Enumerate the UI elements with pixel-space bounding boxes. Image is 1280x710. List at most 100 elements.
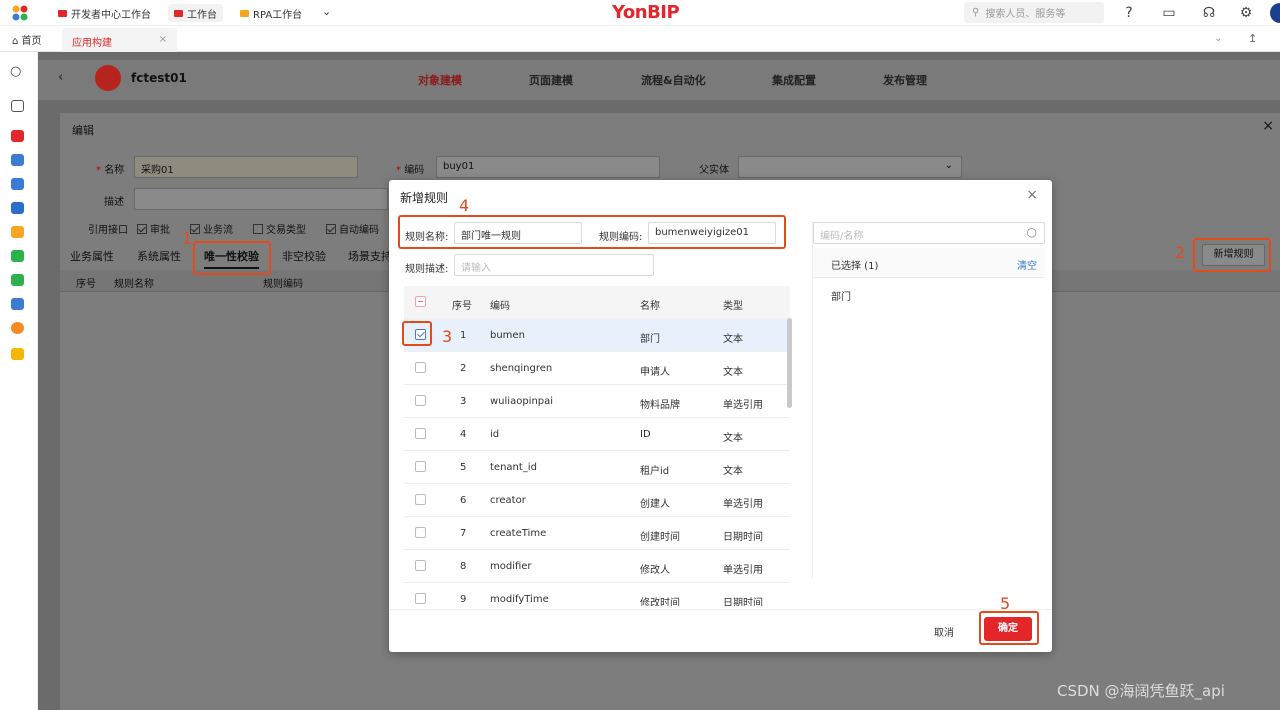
app-icon[interactable] xyxy=(11,250,24,262)
row-checkbox[interactable] xyxy=(415,593,426,604)
table-scrollbar[interactable] xyxy=(787,318,792,408)
row-checkbox[interactable] xyxy=(415,494,426,505)
back-icon[interactable]: ‹ xyxy=(58,70,63,85)
table-row[interactable]: 9 modifyTime 修改时间 日期时间 xyxy=(404,583,790,606)
app-grid-icon[interactable] xyxy=(11,5,29,21)
new-rule-dialog: 新增规则 × 规则名称: 部门唯一规则 规则编码: bumenweiyigize… xyxy=(389,180,1052,652)
help-icon[interactable]: ? xyxy=(1120,4,1138,22)
select-all-checkbox[interactable] xyxy=(415,296,426,307)
table-row[interactable]: 1 bumen 部门 文本 xyxy=(404,319,790,352)
nav-object-modeling[interactable]: 对象建模 xyxy=(418,72,462,88)
cancel-button[interactable]: 取消 xyxy=(928,620,960,643)
upload-icon[interactable]: ↥ xyxy=(1248,32,1257,45)
table-row[interactable]: 7 createTime 创建时间 日期时间 xyxy=(404,517,790,550)
selected-item[interactable]: 部门 xyxy=(831,288,851,303)
row-checkbox[interactable] xyxy=(415,527,426,538)
field-search-input[interactable]: 编码/名称 ○ xyxy=(813,222,1045,244)
desc-input[interactable] xyxy=(134,188,388,210)
tab-system-attributes[interactable]: 系统属性 xyxy=(137,248,181,264)
app-icon[interactable] xyxy=(11,178,24,190)
nav-integration[interactable]: 集成配置 xyxy=(772,72,816,88)
app-icon[interactable] xyxy=(11,274,24,286)
workbench-icon xyxy=(174,9,183,17)
workbench-icon xyxy=(58,9,67,17)
nav-publish[interactable]: 发布管理 xyxy=(883,72,927,88)
table-row[interactable]: 5 tenant_id 租户id 文本 xyxy=(404,451,790,484)
page-tab-bar: ⌂ 首页 应用构建 × ⌄ ↥ xyxy=(0,27,1280,52)
app-icon[interactable] xyxy=(11,130,24,142)
row-checkbox[interactable] xyxy=(415,461,426,472)
table-row[interactable]: 8 modifier 修改人 单选引用 xyxy=(404,550,790,583)
code-input[interactable]: buy01 xyxy=(436,156,660,178)
search-icon: ○ xyxy=(1026,225,1037,239)
app-icon[interactable] xyxy=(11,154,24,166)
callout-box-2 xyxy=(1193,238,1271,272)
table-row[interactable]: 4 id ID 文本 xyxy=(404,418,790,451)
name-input[interactable]: 采购01 xyxy=(134,156,358,178)
callout-number-1: 1 xyxy=(182,229,193,248)
app-header: ‹ fctest01 对象建模 页面建模 流程&自动化 集成配置 发布管理 xyxy=(38,60,1280,100)
parent-select[interactable]: ⌄ xyxy=(738,156,962,178)
tab-rpa-workbench[interactable]: RPA工作台 xyxy=(234,4,308,22)
avatar[interactable] xyxy=(1270,3,1280,23)
app-icon[interactable] xyxy=(11,348,24,360)
close-icon[interactable]: × xyxy=(1026,187,1038,203)
settings-icon[interactable]: ⚙ xyxy=(1237,4,1255,22)
ref-option-transtype[interactable]: 交易类型 xyxy=(253,221,306,236)
col-header: 编码 xyxy=(490,301,510,312)
callout-number-2: 2 xyxy=(1175,243,1186,262)
nav-page-modeling[interactable]: 页面建模 xyxy=(529,72,573,88)
checkbox[interactable] xyxy=(326,224,336,234)
tab-workbench[interactable]: 工作台 xyxy=(168,4,223,22)
ref-option-approval[interactable]: 审批 xyxy=(137,221,170,236)
app-icon[interactable] xyxy=(11,322,24,334)
tab-scenario-support[interactable]: 场景支持 xyxy=(348,248,392,264)
app-icon[interactable] xyxy=(11,298,24,310)
parent-label: 父实体 xyxy=(699,165,729,176)
home-icon: ⌂ xyxy=(12,36,22,47)
tab-developer-workbench[interactable]: 开发者中心工作台 xyxy=(52,4,157,22)
row-checkbox[interactable] xyxy=(415,560,426,571)
close-icon[interactable]: × xyxy=(159,34,167,45)
table-row[interactable]: 2 shenqingren 申请人 文本 xyxy=(404,352,790,385)
chevron-down-icon[interactable]: ⌄ xyxy=(322,5,331,18)
dialog-title: 新增规则 xyxy=(400,191,449,205)
app-icon[interactable] xyxy=(11,226,24,238)
callout-number-4: 4 xyxy=(459,196,470,215)
ref-option-autocode[interactable]: 自动编码 xyxy=(326,221,379,236)
row-checkbox[interactable] xyxy=(415,428,426,439)
global-search-input[interactable]: ⚲ 搜索人员、服务等 xyxy=(964,2,1104,23)
tab-app-build[interactable]: 应用构建 × xyxy=(62,28,177,52)
nav-process-automation[interactable]: 流程&自动化 xyxy=(641,72,706,88)
ref-option-businessflow[interactable]: 业务流 xyxy=(190,221,233,236)
tab-business-attributes[interactable]: 业务属性 xyxy=(70,248,114,264)
app-icon[interactable] xyxy=(11,202,24,214)
tab-home[interactable]: ⌂ 首页 xyxy=(12,32,42,47)
callout-box-4 xyxy=(398,215,786,249)
close-icon[interactable]: × xyxy=(1262,118,1274,134)
message-icon[interactable]: ▭ xyxy=(1160,4,1178,22)
table-row[interactable]: 6 creator 创建人 单选引用 xyxy=(404,484,790,517)
table-row[interactable]: 3 wuliaopinpai 物料品牌 单选引用 xyxy=(404,385,790,418)
clear-button[interactable]: 清空 xyxy=(1017,257,1037,272)
watermark: CSDN @海阔凭鱼跃_api xyxy=(1057,682,1225,700)
code-label: * 编码 xyxy=(396,165,425,176)
col-header: 规则编码 xyxy=(263,279,303,290)
col-header: 序号 xyxy=(452,301,472,312)
add-app-icon[interactable] xyxy=(11,100,24,112)
rule-desc-input[interactable]: 请输入 xyxy=(454,254,654,276)
checkbox[interactable] xyxy=(137,224,147,234)
row-checkbox[interactable] xyxy=(415,395,426,406)
brand-logo: YonBIP xyxy=(612,2,680,23)
row-checkbox[interactable] xyxy=(415,362,426,373)
tab-nonempty-check[interactable]: 非空校验 xyxy=(282,248,326,264)
selected-pane: 编码/名称 ○ 已选择 (1) 清空 部门 xyxy=(812,221,1045,578)
ref-interface-label: 引用接口 xyxy=(88,225,128,236)
chevron-down-icon[interactable]: ⌄ xyxy=(1214,33,1222,44)
headset-icon[interactable]: ☊ xyxy=(1200,4,1218,22)
checkbox[interactable] xyxy=(253,224,263,234)
chevron-down-icon: ⌄ xyxy=(944,160,953,171)
left-rail: ○ xyxy=(0,52,38,710)
search-icon[interactable]: ○ xyxy=(10,64,21,79)
selected-header: 已选择 (1) 清空 xyxy=(813,248,1045,278)
